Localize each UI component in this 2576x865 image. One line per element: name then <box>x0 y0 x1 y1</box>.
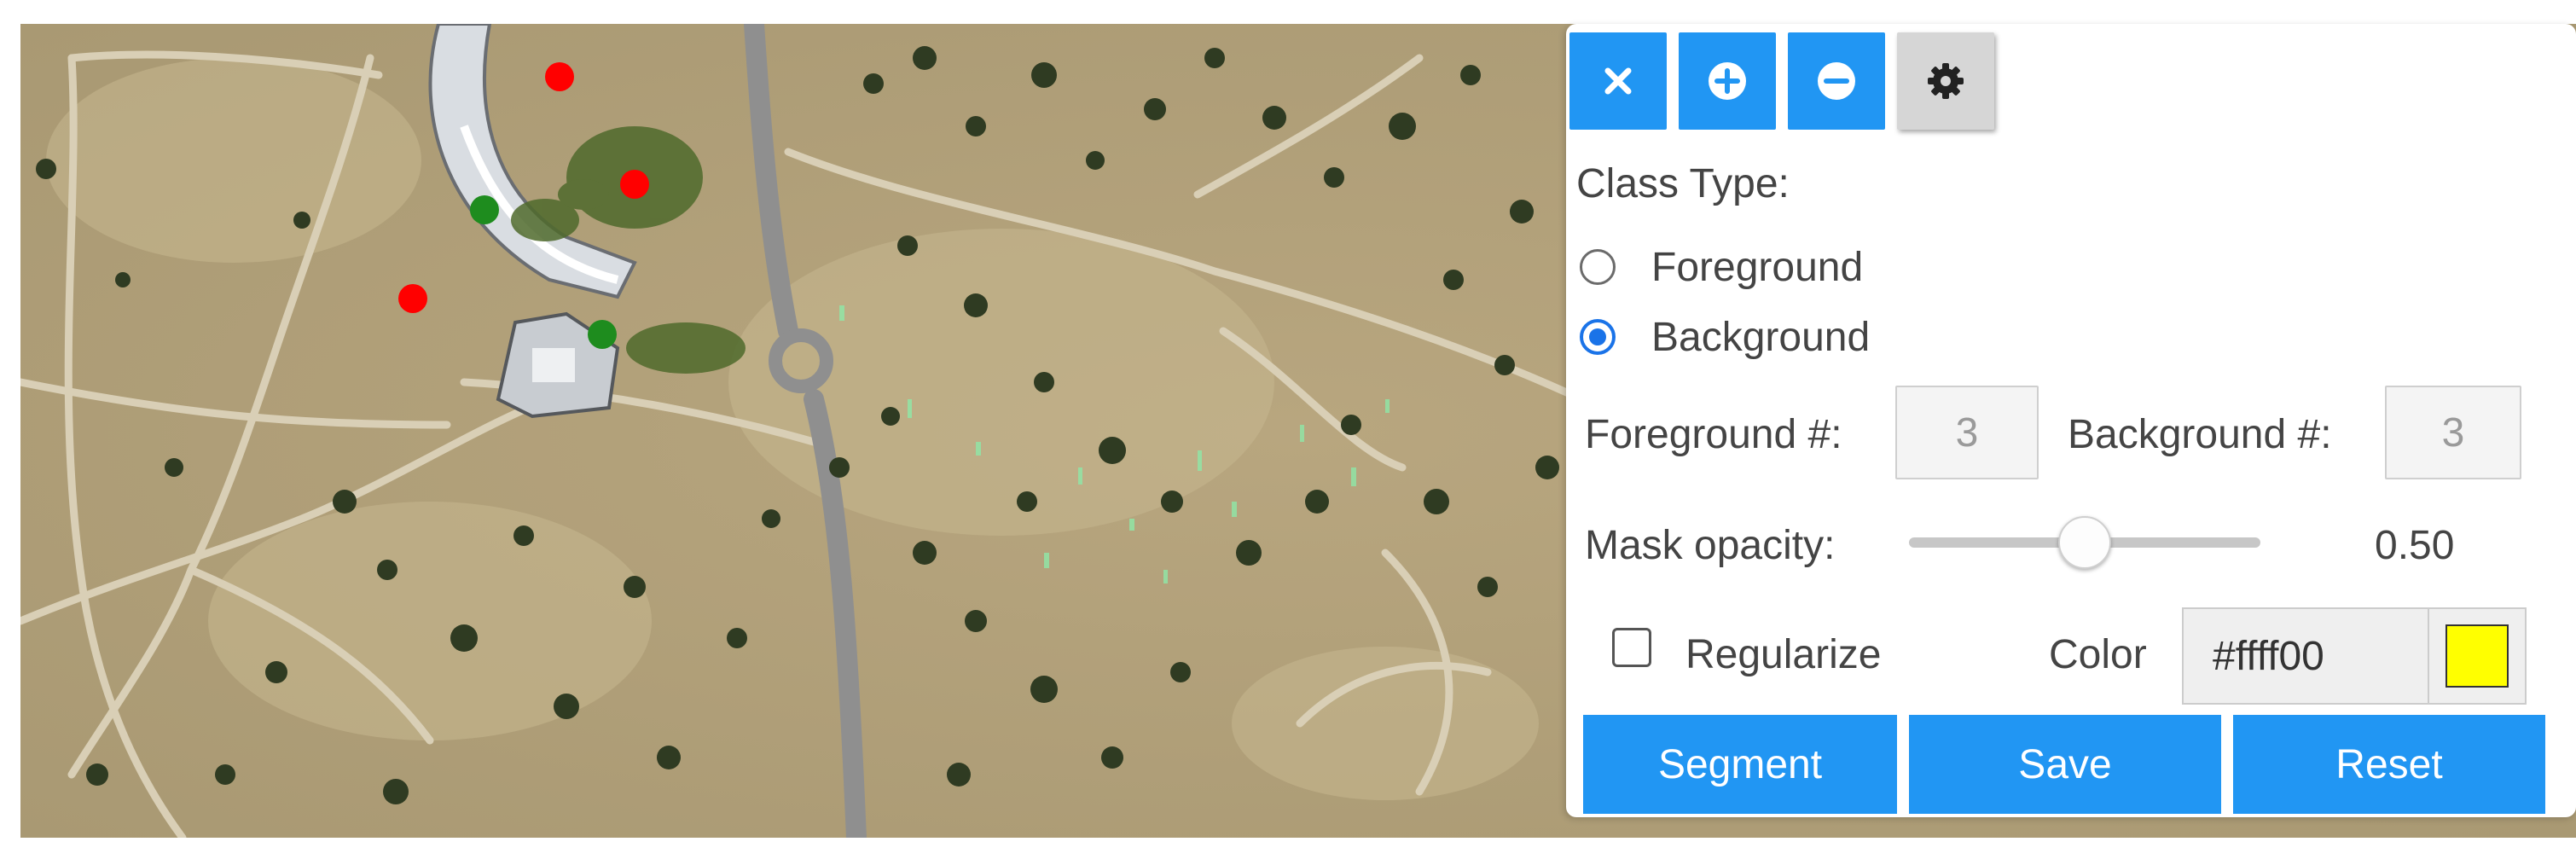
marker-background <box>588 320 617 349</box>
marker-background <box>470 195 499 224</box>
color-hex-field[interactable]: #ffff00 <box>2182 607 2429 705</box>
color-hex-value: #ffff00 <box>2213 634 2324 679</box>
gear-icon <box>1928 63 1964 99</box>
zoom-in-button[interactable] <box>1679 32 1776 130</box>
foreground-radio-label[interactable]: Foreground <box>1651 247 1863 288</box>
mask-opacity-slider-thumb[interactable] <box>2058 516 2111 569</box>
close-icon <box>1604 67 1632 95</box>
background-count-field[interactable]: 3 <box>2385 386 2521 479</box>
marker-foreground <box>398 284 427 313</box>
save-button[interactable]: Save <box>1909 715 2221 814</box>
marker-foreground <box>545 62 574 91</box>
zoom-out-button[interactable] <box>1788 32 1885 130</box>
foreground-count-field[interactable]: 3 <box>1895 386 2039 479</box>
foreground-radio[interactable] <box>1580 249 1616 285</box>
background-count-label: Background #: <box>2068 412 2332 457</box>
regularize-label[interactable]: Regularize <box>1685 635 1881 676</box>
segmentation-panel: Class Type: Foreground Background Foregr… <box>1566 24 2576 817</box>
color-swatch <box>2445 624 2509 688</box>
regularize-checkbox[interactable] <box>1612 628 1651 667</box>
class-type-label: Class Type: <box>1576 161 1790 206</box>
color-picker-button[interactable] <box>2428 607 2527 705</box>
plus-circle-icon <box>1709 62 1746 100</box>
minus-circle-icon <box>1818 62 1855 100</box>
mask-opacity-value: 0.50 <box>2375 523 2455 568</box>
color-label: Color <box>2049 632 2147 677</box>
mask-opacity-label: Mask opacity: <box>1585 523 1836 568</box>
settings-button[interactable] <box>1897 32 1994 130</box>
close-button[interactable] <box>1569 32 1667 130</box>
background-radio-label[interactable]: Background <box>1651 317 1870 358</box>
marker-foreground <box>620 170 649 199</box>
background-radio[interactable] <box>1580 319 1616 355</box>
foreground-count-label: Foreground #: <box>1585 412 1842 457</box>
reset-button[interactable]: Reset <box>2233 715 2545 814</box>
segment-button[interactable]: Segment <box>1583 715 1897 814</box>
